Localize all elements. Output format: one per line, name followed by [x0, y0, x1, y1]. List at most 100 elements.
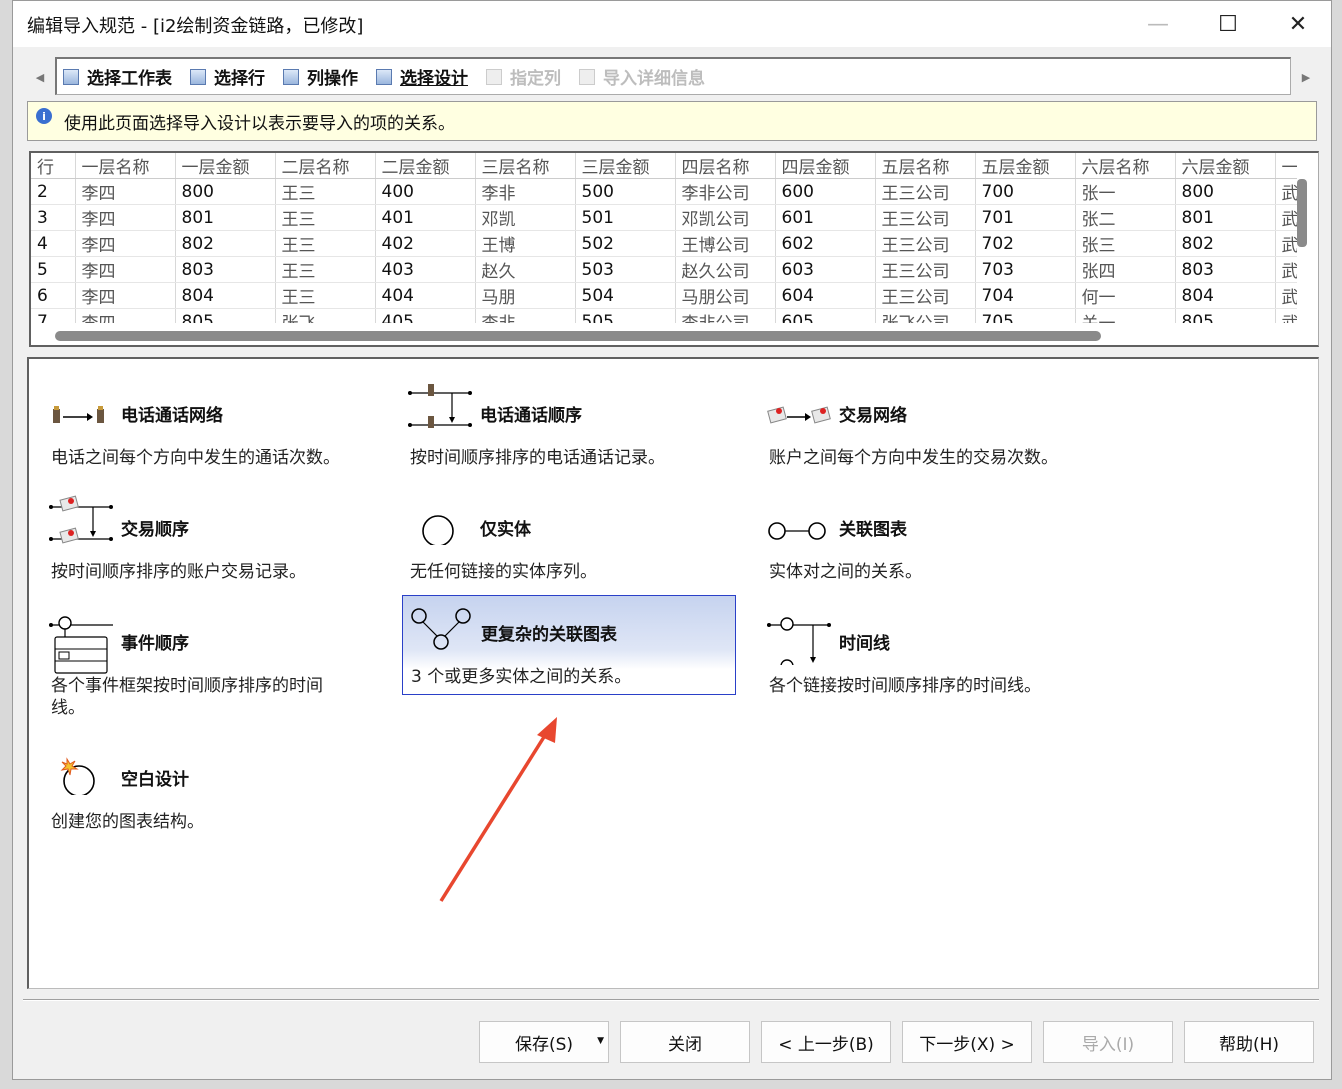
- column-header[interactable]: 二层金额: [375, 153, 476, 179]
- design-name: 仅实体: [480, 520, 531, 540]
- design-option-phone-sequence[interactable]: 电话通话顺序 按时间顺序排序的电话通话记录。: [402, 367, 736, 468]
- design-description: 3 个或更多实体之间的关系。: [411, 667, 632, 687]
- design-description: 无任何链接的实体序列。: [410, 562, 597, 582]
- table-row[interactable]: 2 李四 800 王三 400 李非 500 李非公司 600 王三公司 700 张一 800 武: [31, 178, 1306, 205]
- design-option-phone-network[interactable]: 电话通话网络 电话之间每个方向中发生的通话次数。: [43, 367, 377, 468]
- column-header[interactable]: 二层名称: [275, 153, 376, 179]
- table-cell: 赵久公司: [675, 256, 776, 283]
- column-header[interactable]: 四层金额: [775, 153, 876, 179]
- previous-button[interactable]: < 上一步(B): [761, 1021, 891, 1063]
- table-cell: 张三: [1075, 230, 1176, 257]
- data-preview-grid[interactable]: 行一层名称 一层金额 二层名称 二层金额 三层名称 三层金额 四层名称 四层金额 五层名称 五层金…: [29, 151, 1319, 347]
- hint-text: 使用此页面选择导入设计以表示要导入的项的关系。: [64, 113, 455, 134]
- table-cell: 403: [375, 256, 476, 283]
- column-header[interactable]: 五层金额: [975, 153, 1076, 179]
- table-cell: 李非公司: [675, 178, 776, 205]
- column-ops-icon: [283, 68, 299, 85]
- design-name: 空白设计: [121, 770, 189, 790]
- table-cell: 王三: [275, 256, 376, 283]
- design-option-blank[interactable]: 空白设计 创建您的图表结构。: [43, 731, 377, 832]
- table-cell: 804: [175, 282, 276, 309]
- table-row[interactable]: 3 李四 801 王三 401 邓凯 501 邓凯公司 601 王三公司 701 张二 801 武: [31, 204, 1306, 231]
- table-cell: 502: [575, 230, 676, 257]
- design-option-event-sequence[interactable]: 事件顺序 各个事件框架按时间顺序排序的时间线。: [43, 595, 377, 718]
- blank-design-icon: [60, 757, 95, 795]
- table-cell: 王三: [275, 282, 376, 309]
- table-cell: 602: [775, 230, 876, 257]
- table-cell: 王三公司: [875, 282, 976, 309]
- entity-only-icon: [422, 515, 454, 545]
- import-spec-dialog: 编辑导入规范 - [i2绘制资金链路，已修改] — ☐ ✕ ◀ 选择工作表 选择…: [12, 0, 1332, 1080]
- design-name: 时间线: [839, 634, 890, 654]
- column-header[interactable]: 一层名称: [75, 153, 176, 179]
- design-name: 关联图表: [839, 520, 907, 540]
- horizontal-scroll-thumb[interactable]: [55, 331, 1101, 341]
- step-select-design[interactable]: 选择设计: [376, 64, 468, 89]
- table-cell: 504: [575, 282, 676, 309]
- design-option-complex-link-chart[interactable]: 更复杂的关联图表 3 个或更多实体之间的关系。: [402, 595, 736, 695]
- table-cell: 张一: [1075, 178, 1176, 205]
- close-button[interactable]: 关闭: [620, 1021, 750, 1063]
- design-description: 实体对之间的关系。: [769, 562, 922, 582]
- column-header[interactable]: 五层名称: [875, 153, 976, 179]
- table-cell: 2: [31, 178, 76, 205]
- table-cell: 张二: [1075, 204, 1176, 231]
- help-button[interactable]: 帮助(H): [1184, 1021, 1314, 1063]
- close-window-button[interactable]: ✕: [1263, 1, 1333, 47]
- column-header[interactable]: 六层金额: [1175, 153, 1276, 179]
- next-button[interactable]: 下一步(X) >: [902, 1021, 1032, 1063]
- column-header[interactable]: 三层名称: [475, 153, 576, 179]
- table-cell: 400: [375, 178, 476, 205]
- table-cell: 401: [375, 204, 476, 231]
- design-description: 账户之间每个方向中发生的交易次数。: [769, 448, 1058, 468]
- wizard-steps-bar: ◀ 选择工作表 选择行 列操作 选择设计 指定列 导入详细信息 ▶: [29, 57, 1319, 97]
- table-row[interactable]: 6 李四 804 王三 404 马朋 504 马朋公司 604 王三公司 704 何一 804 武: [31, 282, 1306, 309]
- save-button[interactable]: 保存(S) ▼: [479, 1021, 609, 1063]
- table-cell: 李四: [75, 204, 176, 231]
- scroll-left-icon[interactable]: ◀: [29, 57, 51, 97]
- table-cell: 6: [31, 282, 76, 309]
- hint-bar: i 使用此页面选择导入设计以表示要导入的项的关系。: [27, 101, 1317, 141]
- table-cell: 700: [975, 178, 1076, 205]
- column-header[interactable]: 一层金额: [175, 153, 276, 179]
- minimize-button[interactable]: —: [1123, 1, 1193, 47]
- vertical-scroll-thumb[interactable]: [1297, 179, 1307, 247]
- table-body: 2 李四 800 王三 400 李非 500 李非公司 600 王三公司 700 张一 800 武 3 李四 8…: [31, 178, 1306, 335]
- dropdown-arrow-icon[interactable]: ▼: [597, 1036, 604, 1046]
- column-header[interactable]: 三层金额: [575, 153, 676, 179]
- table-cell: 马朋: [475, 282, 576, 309]
- table-cell: 邓凯公司: [675, 204, 776, 231]
- scroll-right-icon[interactable]: ▶: [1295, 57, 1317, 97]
- table-cell: 李四: [75, 230, 176, 257]
- maximize-button[interactable]: ☐: [1193, 1, 1263, 47]
- table-cell: 600: [775, 178, 876, 205]
- rows-icon: [190, 68, 206, 85]
- column-header[interactable]: 行: [31, 153, 76, 179]
- table-cell: 王三: [275, 204, 376, 231]
- design-option-transaction-network[interactable]: 交易网络 账户之间每个方向中发生的交易次数。: [761, 367, 1095, 468]
- table-cell: 王三公司: [875, 204, 976, 231]
- step-select-rows[interactable]: 选择行: [190, 64, 265, 89]
- design-option-entity-only[interactable]: 仅实体 无任何链接的实体序列。: [402, 481, 736, 582]
- design-option-transaction-sequence[interactable]: 交易顺序 按时间顺序排序的账户交易记录。: [43, 481, 377, 582]
- design-name: 电话通话顺序: [480, 406, 582, 426]
- event-sequence-icon: [49, 616, 113, 674]
- column-header[interactable]: 四层名称: [675, 153, 776, 179]
- step-select-worksheet[interactable]: 选择工作表: [63, 64, 172, 89]
- table-cell: 404: [375, 282, 476, 309]
- table-row[interactable]: 4 李四 802 王三 402 王博 502 王博公司 602 王三公司 702 张三 802 武: [31, 230, 1306, 257]
- column-header[interactable]: 六层名称: [1075, 153, 1176, 179]
- design-name: 事件顺序: [121, 634, 189, 654]
- design-name: 交易网络: [839, 406, 907, 426]
- design-option-link-chart[interactable]: 关联图表 实体对之间的关系。: [761, 481, 1095, 582]
- design-option-timeline[interactable]: 时间线 各个链接按时间顺序排序的时间线。: [761, 595, 1095, 696]
- table-row[interactable]: 5 李四 803 王三 403 赵久 503 赵久公司 603 王三公司 703 张四 803 武: [31, 256, 1306, 283]
- table-cell: 赵久: [475, 256, 576, 283]
- table-cell: 王三公司: [875, 178, 976, 205]
- wizard-steps: 选择工作表 选择行 列操作 选择设计 指定列 导入详细信息: [55, 57, 1291, 95]
- table-cell: 703: [975, 256, 1076, 283]
- assign-columns-icon: [486, 68, 502, 85]
- table-cell: 4: [31, 230, 76, 257]
- table-cell: 501: [575, 204, 676, 231]
- step-column-operations[interactable]: 列操作: [283, 64, 358, 89]
